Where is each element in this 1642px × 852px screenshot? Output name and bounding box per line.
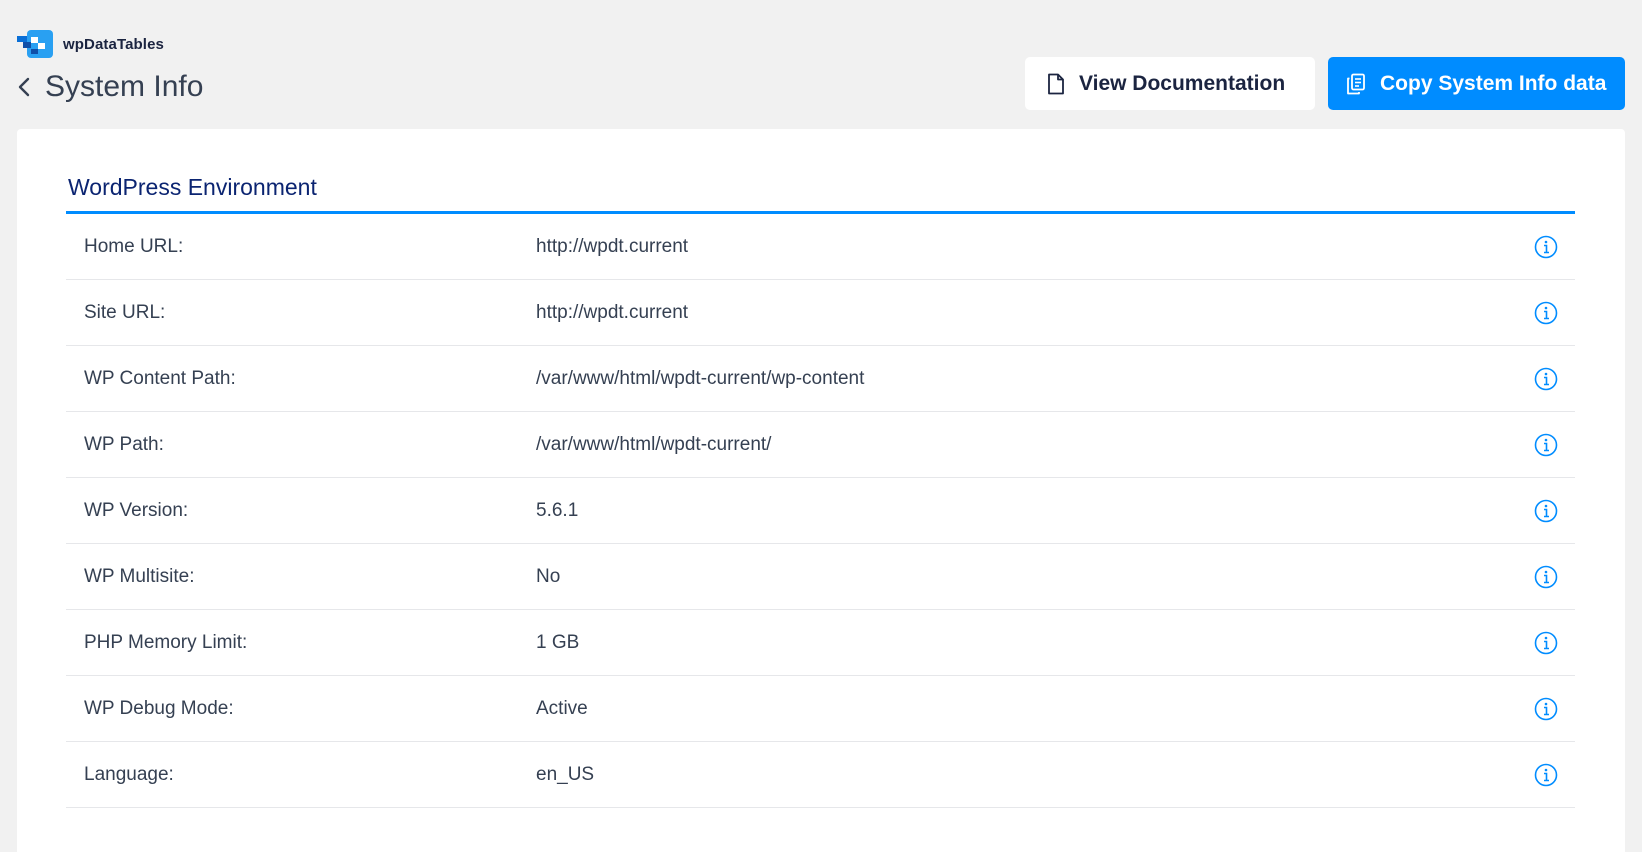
info-row-site-url: Site URL: http://wpdt.current xyxy=(66,280,1575,346)
info-circle-icon[interactable] xyxy=(1534,235,1558,259)
brand-name: wpDataTables xyxy=(63,35,164,53)
view-documentation-label: View Documentation xyxy=(1079,71,1286,95)
info-value: 5.6.1 xyxy=(536,499,579,521)
info-row-wp-version: WP Version: 5.6.1 xyxy=(66,478,1575,544)
info-row-wp-path: WP Path: /var/www/html/wpdt-current/ xyxy=(66,412,1575,478)
info-label: WP Content Path: xyxy=(84,367,236,389)
info-row-language: Language: en_US xyxy=(66,742,1575,808)
brand: wpDataTables xyxy=(17,30,164,58)
system-info-page: wpDataTables System Info View Documentat… xyxy=(0,0,1642,852)
document-icon xyxy=(1048,73,1064,94)
info-circle-icon[interactable] xyxy=(1534,499,1558,523)
info-circle-icon[interactable] xyxy=(1534,433,1558,457)
info-value: No xyxy=(536,565,561,587)
info-value: http://wpdt.current xyxy=(536,235,689,257)
info-circle-icon[interactable] xyxy=(1534,631,1558,655)
copy-system-info-label: Copy System Info data xyxy=(1380,71,1607,95)
info-value: en_US xyxy=(536,763,595,785)
info-label: WP Debug Mode: xyxy=(84,697,234,719)
info-label: WP Path: xyxy=(84,433,164,455)
info-value: /var/www/html/wpdt-current/ xyxy=(536,433,772,455)
info-row-home-url: Home URL: http://wpdt.current xyxy=(66,214,1575,280)
chevron-left-icon[interactable] xyxy=(17,76,31,98)
page-title: System Info xyxy=(45,70,204,103)
info-label: Site URL: xyxy=(84,301,166,323)
info-row-wp-debug-mode: WP Debug Mode: Active xyxy=(66,676,1575,742)
system-info-card: WordPress Environment Home URL: http://w… xyxy=(17,129,1625,852)
info-row-php-memory-limit: PHP Memory Limit: 1 GB xyxy=(66,610,1575,676)
info-row-wp-multisite: WP Multisite: No xyxy=(66,544,1575,610)
section-title: WordPress Environment xyxy=(66,174,1575,214)
copy-system-info-button[interactable]: Copy System Info data xyxy=(1328,57,1625,110)
header-actions: View Documentation Copy System Info data xyxy=(1025,57,1625,110)
copy-icon xyxy=(1347,73,1365,94)
info-value: http://wpdt.current xyxy=(536,301,689,323)
info-row-wp-content-path: WP Content Path: /var/www/html/wpdt-curr… xyxy=(66,346,1575,412)
info-label: PHP Memory Limit: xyxy=(84,631,248,653)
page-header: System Info xyxy=(17,70,203,104)
info-circle-icon[interactable] xyxy=(1534,763,1558,787)
info-circle-icon[interactable] xyxy=(1534,367,1558,391)
info-label: WP Version: xyxy=(84,499,189,521)
wordpress-environment-section: WordPress Environment Home URL: http://w… xyxy=(66,174,1575,808)
info-label: WP Multisite: xyxy=(84,565,195,587)
info-value: /var/www/html/wpdt-current/wp-content xyxy=(536,367,865,389)
info-circle-icon[interactable] xyxy=(1534,301,1558,325)
info-label: Home URL: xyxy=(84,235,184,257)
info-circle-icon[interactable] xyxy=(1534,565,1558,589)
wpdatatables-logo-icon xyxy=(17,30,53,58)
view-documentation-button[interactable]: View Documentation xyxy=(1025,57,1315,110)
info-circle-icon[interactable] xyxy=(1534,697,1558,721)
info-label: Language: xyxy=(84,763,174,785)
info-value: 1 GB xyxy=(536,631,580,653)
info-value: Active xyxy=(536,697,588,719)
